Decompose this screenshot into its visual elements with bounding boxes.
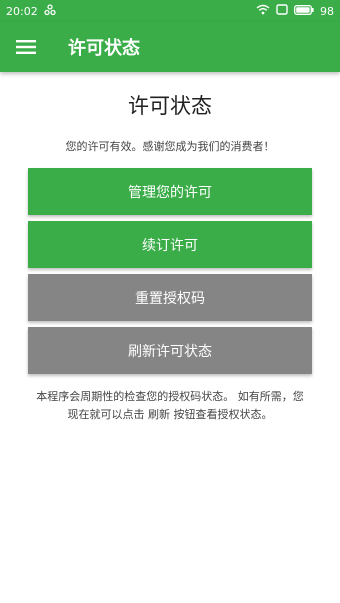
battery-icon [294,4,314,18]
main-content: 许可状态 您的许可有效。感谢您成为我们的消费者！ 管理您的许可 续订许可 重置授… [0,72,340,424]
page-title: 许可状态 [128,94,212,118]
description-line-2: 现在就可以点击 刷新 按钮查看授权状态。 [67,408,273,421]
menu-button[interactable] [0,22,52,72]
wifi-icon [256,4,270,18]
battery-level: 98 [320,4,334,18]
renew-license-button[interactable]: 续订许可 [28,221,312,268]
description-text: 本程序会周期性的检查您的授权码状态。 如有所需，您 现在就可以点击 刷新 按钮查… [25,388,315,424]
reset-auth-code-button[interactable]: 重置授权码 [28,274,312,321]
status-bar: 20:02 98 [0,0,340,22]
app-bar: 许可状态 [0,22,340,72]
status-time: 20:02 [6,4,38,18]
hamburger-menu-icon [16,40,36,54]
app-notification-icon [44,3,56,19]
screen-rotate-icon [276,4,288,18]
app-bar-title: 许可状态 [68,38,140,59]
manage-license-button[interactable]: 管理您的许可 [28,168,312,215]
refresh-license-status-button[interactable]: 刷新许可状态 [28,327,312,374]
license-status-message: 您的许可有效。感谢您成为我们的消费者！ [65,140,275,153]
description-line-1: 本程序会周期性的检查您的授权码状态。 如有所需，您 [36,390,304,403]
